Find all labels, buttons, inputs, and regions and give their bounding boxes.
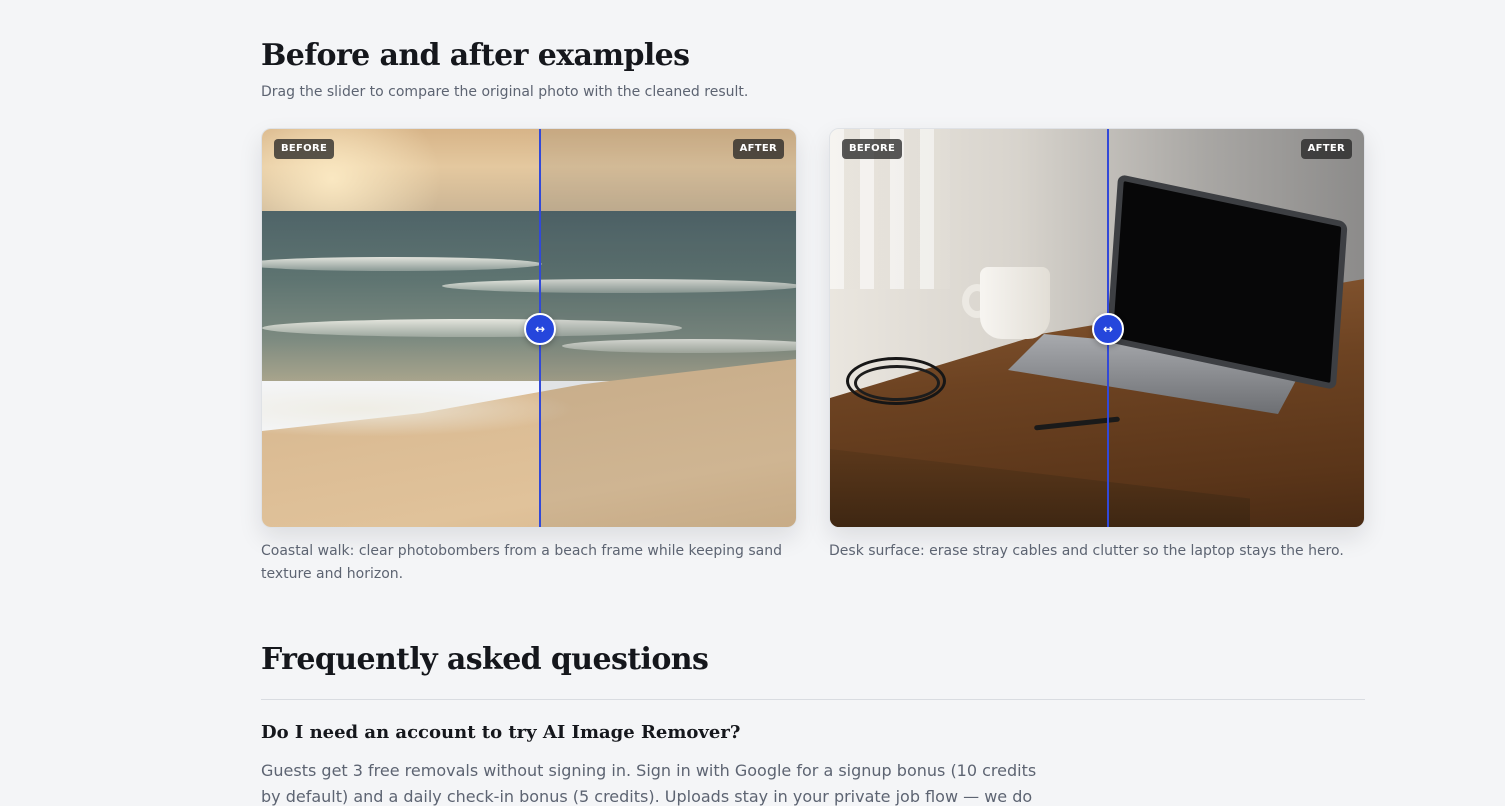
example-caption-desk: Desk surface: erase stray cables and clu… bbox=[829, 543, 1344, 559]
comparison-slider-beach[interactable]: BEFORE AFTER ↔ bbox=[261, 128, 797, 528]
faq-divider bbox=[261, 699, 1365, 700]
comparison-slider-desk[interactable]: BEFORE AFTER ↔ bbox=[829, 128, 1365, 528]
example-caption-beach: Coastal walk: clear photobombers from a … bbox=[261, 543, 783, 582]
before-badge: BEFORE bbox=[842, 139, 903, 159]
after-badge: AFTER bbox=[732, 139, 784, 159]
slider-handle[interactable]: ↔ bbox=[524, 313, 556, 345]
examples-heading: Before and after examples bbox=[261, 38, 690, 73]
faq-question[interactable]: Do I need an account to try AI Image Rem… bbox=[261, 722, 740, 743]
before-badge: BEFORE bbox=[274, 139, 335, 159]
after-badge: AFTER bbox=[1300, 139, 1352, 159]
page: Before and after examples Drag the slide… bbox=[0, 0, 1505, 806]
examples-subtitle: Drag the slider to compare the original … bbox=[261, 84, 749, 100]
arrows-horizontal-icon: ↔ bbox=[1102, 322, 1114, 336]
faq-heading: Frequently asked questions bbox=[261, 642, 709, 677]
slider-handle[interactable]: ↔ bbox=[1092, 313, 1124, 345]
faq-answer: Guests get 3 free removals without signi… bbox=[261, 761, 1037, 806]
arrows-horizontal-icon: ↔ bbox=[534, 322, 546, 336]
